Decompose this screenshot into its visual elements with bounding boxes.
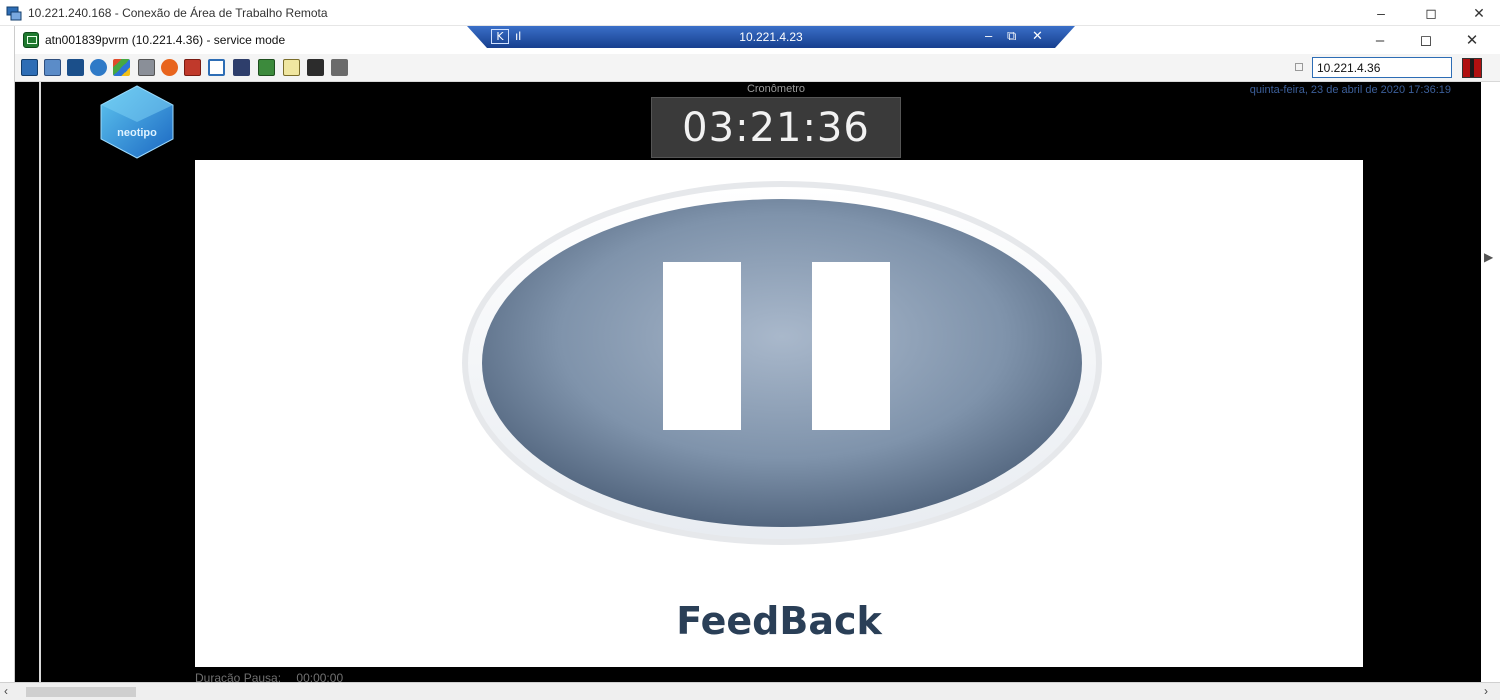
- windows-icon[interactable]: [113, 59, 130, 76]
- settings-icon[interactable]: [307, 59, 324, 76]
- outer-maximize-button[interactable]: ◻: [1408, 0, 1454, 26]
- session-window-title: atn001839pvrm (10.221.4.36) - service mo…: [45, 33, 286, 47]
- chat-icon[interactable]: [331, 59, 348, 76]
- connection-ip: 10.221.4.23: [739, 30, 803, 44]
- outer-window-title: 10.221.240.168 - Conexão de Área de Trab…: [28, 6, 328, 20]
- address-input[interactable]: [1312, 57, 1452, 78]
- outer-minimize-button[interactable]: –: [1358, 0, 1404, 26]
- refresh-icon[interactable]: [90, 59, 107, 76]
- printer-icon[interactable]: [138, 59, 155, 76]
- alert-icon[interactable]: [161, 59, 178, 76]
- left-scroll-pane: [15, 82, 41, 700]
- toolbar: [15, 54, 1500, 82]
- neotipo-logo-icon: [100, 85, 174, 159]
- scroll-thumb[interactable]: [26, 687, 136, 697]
- fullscreen-icon[interactable]: [208, 59, 225, 76]
- scroll-right-icon[interactable]: ›: [1484, 684, 1488, 698]
- remote-desktop-icon: [6, 6, 22, 21]
- stopwatch-label: Cronômetro: [746, 83, 806, 95]
- outer-window-titlebar: 10.221.240.168 - Conexão de Área de Trab…: [0, 0, 1500, 26]
- connection-close-button[interactable]: ✕: [1032, 28, 1043, 44]
- session-icon: [23, 32, 39, 48]
- address-checkbox[interactable]: [1295, 63, 1303, 71]
- pause-icon[interactable]: [457, 178, 1107, 552]
- session-window-titlebar: atn001839pvrm (10.221.4.36) - service mo…: [15, 26, 1500, 54]
- current-datetime: quinta-feira, 23 de abril de 2020 17:36:…: [1249, 84, 1451, 96]
- right-scroll-pane: [1481, 82, 1500, 700]
- stopwatch-display: 03:21:36: [651, 97, 901, 158]
- screen-icon[interactable]: [21, 59, 38, 76]
- copy-icon[interactable]: [44, 59, 61, 76]
- network-icon[interactable]: [184, 59, 201, 76]
- notes-icon[interactable]: [283, 59, 300, 76]
- cut-icon[interactable]: [67, 59, 84, 76]
- pause-status-title: FeedBack: [676, 599, 882, 643]
- session-close-button[interactable]: ✕: [1447, 26, 1497, 54]
- expand-arrow-icon[interactable]: ▶: [1484, 250, 1493, 264]
- logo-text: neotipo: [117, 127, 157, 139]
- horizontal-scrollbar[interactable]: ‹ ›: [0, 682, 1500, 700]
- scroll-left-icon[interactable]: ‹: [4, 684, 8, 698]
- session-window: atn001839pvrm (10.221.4.36) - service mo…: [14, 26, 1500, 700]
- session-minimize-button[interactable]: –: [1355, 26, 1405, 54]
- session-maximize-button[interactable]: ◻: [1401, 26, 1451, 54]
- transfer-icon[interactable]: [258, 59, 275, 76]
- status-indicator-icon: [1462, 58, 1482, 78]
- monitor-icon[interactable]: [233, 59, 250, 76]
- connection-restore-button[interactable]: ⧉: [1007, 28, 1016, 44]
- pause-panel: FeedBack: [195, 160, 1363, 667]
- outer-close-button[interactable]: ✕: [1456, 0, 1500, 26]
- connection-minimize-button[interactable]: –: [985, 28, 992, 43]
- connection-bar: K ıl 10.221.4.23 – ⧉ ✕: [467, 26, 1075, 48]
- remote-desktop-area[interactable]: neotipo Cronômetro 03:21:36 quinta-feira…: [15, 82, 1500, 700]
